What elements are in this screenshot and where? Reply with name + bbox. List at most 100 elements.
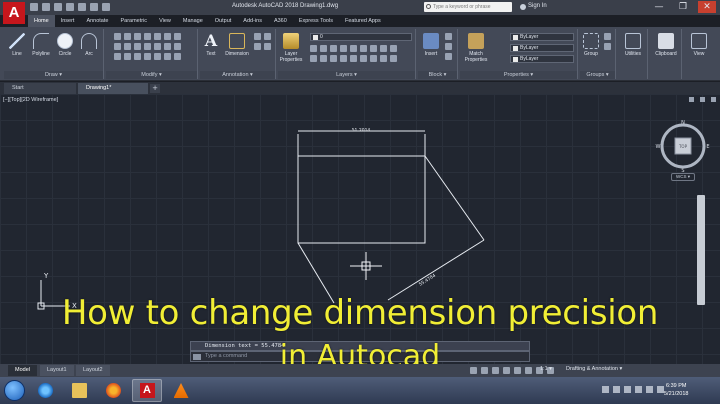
redo-icon[interactable] [102, 3, 110, 11]
offset-icon[interactable] [164, 33, 171, 40]
tab-view[interactable]: View [153, 15, 177, 27]
layer-walk-icon[interactable] [310, 55, 317, 62]
file-tab-drawing1[interactable]: Drawing1* [78, 83, 148, 94]
osnap-toggle-icon[interactable] [514, 367, 521, 374]
blend-icon[interactable] [174, 53, 181, 60]
start-button[interactable] [4, 380, 25, 401]
tab-express-tools[interactable]: Express Tools [293, 15, 339, 27]
ungroup-icon[interactable] [604, 33, 611, 40]
otrack-toggle-icon[interactable] [525, 367, 532, 374]
line-tool[interactable]: Line [6, 33, 28, 57]
scale-icon[interactable] [124, 53, 131, 60]
tab-a360[interactable]: A360 [268, 15, 293, 27]
layer-copy-icon[interactable] [350, 55, 357, 62]
layer-unlock-icon[interactable] [360, 55, 367, 62]
clipboard-tool[interactable]: Clipboard [655, 33, 677, 57]
move-icon[interactable] [114, 33, 121, 40]
tab-manage[interactable]: Manage [177, 15, 209, 27]
layer-filter-icon[interactable] [380, 55, 387, 62]
undo-icon[interactable] [90, 3, 98, 11]
open-file-icon[interactable] [42, 3, 50, 11]
erase-icon[interactable] [144, 33, 151, 40]
tab-parametric[interactable]: Parametric [114, 15, 153, 27]
sign-in-button[interactable]: Sign In [528, 3, 547, 9]
view-tool[interactable]: View [688, 33, 710, 57]
draw-panel-title[interactable]: Draw ▾ [4, 71, 103, 79]
polyline-tool[interactable]: Polyline [30, 33, 52, 57]
group-tool[interactable]: Group [580, 33, 602, 57]
text-tool[interactable]: A Text [200, 33, 222, 58]
layer-unisolate-icon[interactable] [370, 45, 377, 52]
layer-isolate-icon[interactable] [310, 45, 317, 52]
new-tab-button[interactable]: + [150, 84, 160, 93]
power-icon[interactable] [646, 386, 653, 393]
layer-match-icon[interactable] [350, 45, 357, 52]
chamfer-icon[interactable] [144, 43, 151, 50]
taskbar-vlc[interactable] [166, 379, 196, 402]
flag-icon[interactable] [635, 386, 642, 393]
lengthen-icon[interactable] [164, 43, 171, 50]
arc-tool[interactable]: Arc [78, 33, 100, 57]
save-as-icon[interactable] [66, 3, 74, 11]
ortho-toggle-icon[interactable] [492, 367, 499, 374]
align-icon[interactable] [174, 43, 181, 50]
application-menu-button[interactable]: A [3, 2, 25, 24]
tab-annotate[interactable]: Annotate [80, 15, 114, 27]
match-properties-tool[interactable]: Match Properties [462, 33, 490, 63]
annotation-small-tools[interactable] [254, 33, 271, 50]
markup-icon[interactable] [254, 43, 261, 50]
save-icon[interactable] [54, 3, 62, 11]
layer-previous-icon[interactable] [360, 45, 367, 52]
tab-home[interactable]: Home [28, 15, 55, 27]
mirror-icon[interactable] [124, 43, 131, 50]
annotation-panel-title[interactable]: Annotation ▾ [200, 71, 275, 79]
minimize-button[interactable]: — [650, 1, 668, 13]
layer-settings-icon[interactable] [390, 55, 397, 62]
explode-icon[interactable] [154, 33, 161, 40]
properties-panel-title[interactable]: Properties ▾ [460, 71, 577, 79]
taskbar-ie[interactable] [30, 379, 60, 402]
tab-add-ins[interactable]: Add-ins [237, 15, 268, 27]
command-line-icon[interactable] [193, 354, 201, 360]
network-icon[interactable] [613, 386, 620, 393]
groups-panel-title[interactable]: Groups ▾ [580, 71, 615, 79]
layer-properties-tool[interactable]: Layer Properties [278, 33, 304, 63]
leader-icon[interactable] [254, 33, 261, 40]
block-panel-title[interactable]: Block ▾ [418, 71, 457, 79]
join-icon[interactable] [174, 33, 181, 40]
navigation-bar[interactable] [697, 195, 705, 305]
layout-tab-model[interactable]: Model [8, 365, 37, 376]
color-dropdown[interactable]: ByLayer [510, 33, 574, 41]
grid-toggle-icon[interactable] [470, 367, 477, 374]
insert-tool[interactable]: Insert [420, 33, 442, 57]
layout-tab-layout2[interactable]: Layout2 [76, 365, 110, 376]
polar-toggle-icon[interactable] [503, 367, 510, 374]
modify-panel-title[interactable]: Modify ▾ [106, 71, 197, 79]
trim-icon[interactable] [134, 33, 141, 40]
plot-icon[interactable] [78, 3, 86, 11]
taskbar-clock[interactable]: 6:39 PM 5/21/2018 [664, 382, 688, 398]
close-button[interactable]: ✕ [698, 1, 716, 13]
table-icon[interactable] [264, 33, 271, 40]
layer-off-icon[interactable] [330, 45, 337, 52]
layer-lock-icon[interactable] [340, 45, 347, 52]
layer-delete-icon[interactable] [330, 55, 337, 62]
tab-output[interactable]: Output [209, 15, 238, 27]
annotation-scale-dropdown[interactable]: 1:1 ▾ [540, 366, 552, 372]
taskbar-autocad[interactable]: A [132, 379, 162, 402]
taskbar-explorer[interactable] [64, 379, 94, 402]
group-small-tools[interactable] [604, 33, 611, 50]
viewcube[interactable]: TOP N S E W [655, 118, 711, 174]
pedit-icon[interactable] [144, 53, 151, 60]
utilities-tool[interactable]: Utilities [622, 33, 644, 57]
tab-featured-apps[interactable]: Featured Apps [339, 15, 387, 27]
edit-spline-icon[interactable] [154, 53, 161, 60]
layer-states-icon[interactable] [370, 55, 377, 62]
fillet-icon[interactable] [134, 43, 141, 50]
layer-on-icon[interactable] [390, 45, 397, 52]
display-icon[interactable] [657, 386, 664, 393]
break-icon[interactable] [154, 43, 161, 50]
layer-dropdown[interactable]: 0 [310, 33, 412, 41]
reverse-icon[interactable] [164, 53, 171, 60]
edit-block-icon[interactable] [445, 43, 452, 50]
